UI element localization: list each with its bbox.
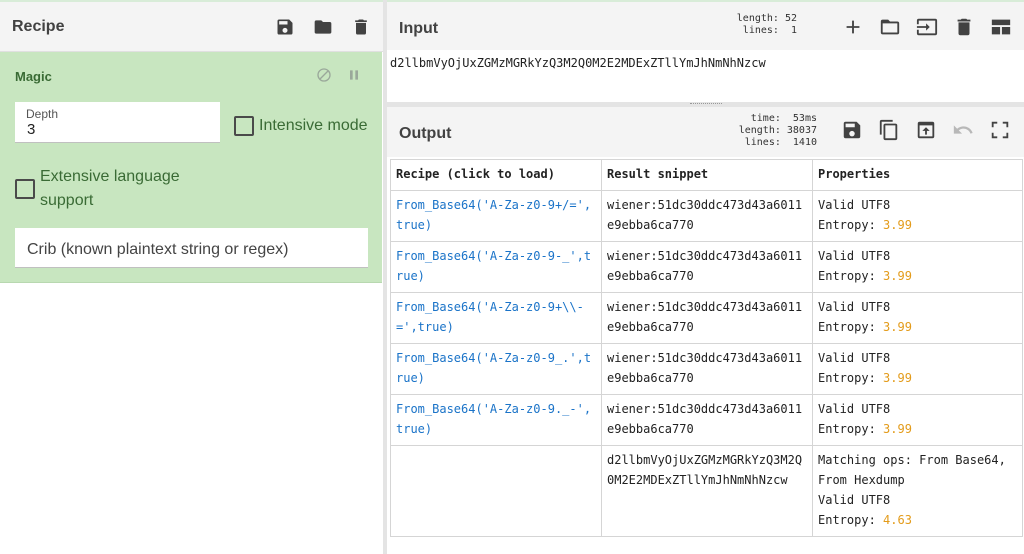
result-properties: Matching ops: From Base64, From Hexdump … <box>812 445 1023 537</box>
add-tab-icon[interactable] <box>842 16 864 38</box>
divider-grip[interactable] <box>690 103 722 105</box>
table-row: From_Base64('A-Za-z0-9+/=',true) wiener:5… <box>390 190 1023 242</box>
save-output-icon[interactable] <box>841 119 863 141</box>
copy-output-icon[interactable] <box>878 119 900 141</box>
table-row: From_Base64('A-Za-z0-9._-',true) wiener:5… <box>390 394 1023 446</box>
table-row: From_Base64('A-Za-z0-9+\\-=',true) wiener… <box>390 292 1023 344</box>
depth-value[interactable]: 3 <box>27 121 35 138</box>
result-snippet: wiener:51dc30ddc473d43a6011e9ebba6ca770 <box>601 190 813 242</box>
open-folder-icon[interactable] <box>879 16 901 38</box>
column-header: Result snippet <box>601 159 813 191</box>
output-stats: time: 53ms length: 38037 lines: 1410 <box>738 113 817 148</box>
magic-results-table: Recipe (click to load) Result snippet Pr… <box>390 159 1023 537</box>
magic-title: Magic <box>15 69 52 84</box>
result-snippet: wiener:51dc30ddc473d43a6011e9ebba6ca770 <box>601 241 813 293</box>
column-header: Properties <box>812 159 1023 191</box>
extensive-language-checkbox[interactable] <box>15 179 35 199</box>
result-properties: Valid UTF8 Entropy: 3.99 <box>812 292 1023 344</box>
result-snippet: d2llbmVyOjUxZGMzMGRkYzQ3M2Q0M2E2MDExZTll… <box>601 445 813 537</box>
input-title: Input <box>399 20 439 37</box>
entropy-value: 4.63 <box>883 513 912 527</box>
save-icon[interactable] <box>275 17 295 37</box>
properties-text: Valid UTF8 Entropy: <box>818 249 891 283</box>
crib-input[interactable]: Crib (known plaintext string or regex) <box>15 228 368 268</box>
result-properties: Valid UTF8 Entropy: 3.99 <box>812 190 1023 242</box>
depth-label: Depth <box>26 107 59 121</box>
replace-input-icon[interactable] <box>915 119 937 141</box>
result-properties: Valid UTF8 Entropy: 3.99 <box>812 343 1023 395</box>
result-snippet: wiener:51dc30ddc473d43a6011e9ebba6ca770 <box>601 343 813 395</box>
input-pane: Input length: 52 lines: 1 d2llbmVyOjUxZG… <box>387 0 1024 102</box>
result-recipe-link[interactable]: From_Base64('A-Za-z0-9-_',true) <box>390 241 602 293</box>
recipe-header: Recipe <box>0 2 383 52</box>
pause-icon[interactable] <box>346 67 362 83</box>
result-recipe-link[interactable]: From_Base64('A-Za-z0-9+/=',true) <box>390 190 602 242</box>
result-snippet: wiener:51dc30ddc473d43a6011e9ebba6ca770 <box>601 292 813 344</box>
maximize-icon[interactable] <box>989 119 1011 141</box>
entropy-value: 3.99 <box>883 422 912 436</box>
entropy-value: 3.99 <box>883 269 912 283</box>
intensive-mode-label[interactable]: Intensive mode <box>259 117 368 135</box>
input-header: Input length: 52 lines: 1 <box>387 0 1024 50</box>
clear-input-icon[interactable] <box>953 16 975 38</box>
depth-field[interactable]: Depth 3 <box>15 102 220 143</box>
entropy-value: 3.99 <box>883 218 912 232</box>
reset-layout-icon[interactable] <box>990 16 1012 38</box>
folder-icon[interactable] <box>313 17 333 37</box>
result-snippet: wiener:51dc30ddc473d43a6011e9ebba6ca770 <box>601 394 813 446</box>
result-recipe-link[interactable]: From_Base64('A-Za-z0-9+\\-=',true) <box>390 292 602 344</box>
table-row: From_Base64('A-Za-z0-9-_',true) wiener:51… <box>390 241 1023 293</box>
entropy-value: 3.99 <box>883 320 912 334</box>
table-row: From_Base64('A-Za-z0-9_.',true) wiener:51… <box>390 343 1023 395</box>
table-header-row: Recipe (click to load) Result snippet Pr… <box>390 159 1023 191</box>
result-recipe-link[interactable]: From_Base64('A-Za-z0-9._-',true) <box>390 394 602 446</box>
extensive-language-label[interactable]: Extensive language support <box>40 165 210 213</box>
properties-text: Valid UTF8 Entropy: <box>818 198 891 232</box>
magic-operation: Magic Depth 3 Intensive mode Extensive l… <box>0 52 382 283</box>
recipe-title: Recipe <box>12 17 65 35</box>
properties-text: Valid UTF8 Entropy: <box>818 402 891 436</box>
intensive-mode-checkbox[interactable] <box>234 116 254 136</box>
column-header: Recipe (click to load) <box>390 159 602 191</box>
output-header: Output time: 53ms length: 38037 lines: 1… <box>387 107 1024 157</box>
entropy-value: 3.99 <box>883 371 912 385</box>
properties-text: Valid UTF8 Entropy: <box>818 300 891 334</box>
output-title: Output <box>399 125 452 142</box>
recipe-pane: Recipe Magic Depth 3 Intensive mode Exte… <box>0 0 383 554</box>
input-stats: length: 52 lines: 1 <box>736 13 797 36</box>
open-file-icon[interactable] <box>916 16 938 38</box>
result-recipe-link[interactable]: From_Base64('A-Za-z0-9_.',true) <box>390 343 602 395</box>
crib-placeholder: Crib (known plaintext string or regex) <box>27 241 289 258</box>
properties-text: Valid UTF8 Entropy: <box>818 351 891 385</box>
result-recipe-link <box>390 445 602 537</box>
result-properties: Valid UTF8 Entropy: 3.99 <box>812 394 1023 446</box>
table-row: d2llbmVyOjUxZGMzMGRkYzQ3M2Q0M2E2MDExZTll… <box>390 445 1023 537</box>
undo-icon[interactable] <box>952 119 974 141</box>
input-textarea[interactable]: d2llbmVyOjUxZGMzMGRkYzQ3M2Q0M2E2MDExZTll… <box>390 56 766 70</box>
result-properties: Valid UTF8 Entropy: 3.99 <box>812 241 1023 293</box>
disable-icon[interactable] <box>316 67 332 83</box>
properties-text: Matching ops: From Base64, From Hexdump … <box>818 453 1006 527</box>
trash-icon[interactable] <box>351 17 371 37</box>
